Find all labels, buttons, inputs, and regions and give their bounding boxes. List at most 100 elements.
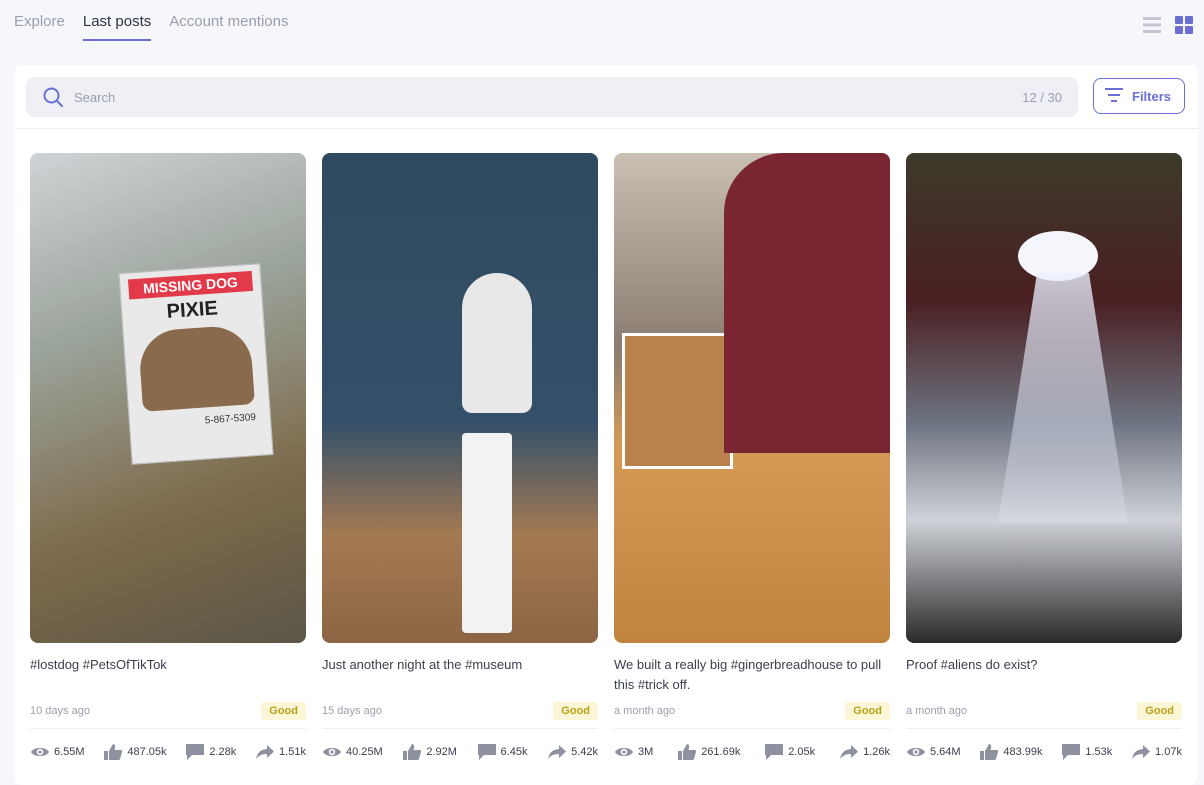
tab-bar: Explore Last posts Account mentions xyxy=(14,0,306,44)
views-value: 6.55M xyxy=(54,746,85,758)
shares-stat: 1.07k xyxy=(1131,744,1182,760)
likes-stat: 483.99k xyxy=(979,743,1043,761)
eye-icon xyxy=(322,745,342,759)
comment-icon xyxy=(477,743,497,761)
post-card[interactable]: MISSING DOG PIXIE 5-867-5309 #lostdog #P… xyxy=(30,153,306,761)
comments-stat: 2.05k xyxy=(764,743,815,761)
eye-icon xyxy=(30,745,50,759)
post-card[interactable]: Just another night at the #museum 15 day… xyxy=(322,153,598,761)
views-stat: 6.55M xyxy=(30,745,85,759)
thumbs-up-icon xyxy=(402,743,422,761)
shares-value: 1.07k xyxy=(1155,746,1182,758)
post-thumbnail[interactable] xyxy=(906,153,1182,643)
post-age: a month ago xyxy=(614,705,676,717)
shares-stat: 5.42k xyxy=(547,744,598,760)
tab-explore[interactable]: Explore xyxy=(14,0,65,41)
post-card[interactable]: We built a really big #gingerbreadhouse … xyxy=(614,153,890,761)
post-thumbnail[interactable]: MISSING DOG PIXIE 5-867-5309 xyxy=(30,153,306,643)
search-input[interactable] xyxy=(74,77,954,117)
shares-stat: 1.26k xyxy=(839,744,890,760)
views-value: 3M xyxy=(638,746,654,758)
eye-icon xyxy=(614,745,634,759)
list-view-icon[interactable] xyxy=(1142,15,1162,35)
post-card[interactable]: Proof #aliens do exist? a month ago Good… xyxy=(906,153,1182,761)
post-thumbnail[interactable] xyxy=(322,153,598,643)
card-divider xyxy=(30,728,306,729)
post-stats: 6.55M 487.05k 2.28k 1.51k xyxy=(30,743,306,761)
views-value: 40.25M xyxy=(346,746,383,758)
card-divider xyxy=(906,728,1182,729)
likes-stat: 261.69k xyxy=(677,743,740,761)
post-meta: 15 days ago Good xyxy=(322,699,598,723)
comments-stat: 6.45k xyxy=(477,743,528,761)
pedestal xyxy=(462,433,512,633)
bust-statue xyxy=(462,273,532,413)
likes-value: 2.92M xyxy=(426,746,457,758)
post-caption: Proof #aliens do exist? xyxy=(906,657,1038,672)
post-age: 15 days ago xyxy=(322,705,382,717)
comments-value: 2.05k xyxy=(788,746,816,758)
comment-icon xyxy=(764,743,784,761)
comments-stat: 2.28k xyxy=(185,743,236,761)
post-stats: 3M 261.69k 2.05k 1.26k xyxy=(614,743,890,761)
view-toggle xyxy=(1142,15,1194,35)
person-figure xyxy=(724,153,890,453)
post-age: 10 days ago xyxy=(30,705,90,717)
share-icon xyxy=(255,744,275,760)
post-stats: 40.25M 2.92M 6.45k 5.42k xyxy=(322,743,598,761)
search-bar: 12 / 30 xyxy=(26,77,1078,117)
eye-icon xyxy=(906,745,926,759)
comments-value: 6.45k xyxy=(500,746,528,758)
tab-account-mentions[interactable]: Account mentions xyxy=(169,0,288,41)
rating-badge: Good xyxy=(1137,702,1182,720)
post-meta: a month ago Good xyxy=(906,699,1182,723)
likes-value: 261.69k xyxy=(701,746,741,758)
missing-dog-sign: MISSING DOG PIXIE 5-867-5309 xyxy=(118,263,274,465)
comment-icon xyxy=(1061,743,1081,761)
thumbs-up-icon xyxy=(677,743,697,761)
shares-value: 5.42k xyxy=(571,746,598,758)
views-stat: 5.64M xyxy=(906,745,961,759)
light-beam xyxy=(998,273,1128,523)
share-icon xyxy=(1131,744,1151,760)
shares-stat: 1.51k xyxy=(255,744,306,760)
gingerbread-house xyxy=(622,333,733,469)
post-stats: 5.64M 483.99k 1.53k 1.07k xyxy=(906,743,1182,761)
likes-stat: 487.05k xyxy=(103,743,167,761)
thumbs-up-icon xyxy=(979,743,999,761)
dog-photo xyxy=(137,324,255,412)
post-meta: a month ago Good xyxy=(614,699,890,723)
likes-value: 487.05k xyxy=(127,746,167,758)
grid-view-icon[interactable] xyxy=(1174,15,1194,35)
tab-last-posts[interactable]: Last posts xyxy=(82,0,152,41)
views-value: 5.64M xyxy=(930,746,961,758)
comments-value: 1.53k xyxy=(1085,746,1113,758)
divider xyxy=(14,128,1198,129)
shares-value: 1.26k xyxy=(863,746,890,758)
result-count: 12 / 30 xyxy=(1022,90,1062,105)
sign-phone: 5-867-5309 xyxy=(204,411,257,427)
comments-value: 2.28k xyxy=(209,746,237,758)
thumbs-up-icon xyxy=(103,743,123,761)
share-icon xyxy=(839,744,859,760)
share-icon xyxy=(547,744,567,760)
comment-icon xyxy=(185,743,205,761)
post-caption: We built a really big #gingerbreadhouse … xyxy=(614,657,882,692)
rating-badge: Good xyxy=(845,702,890,720)
posts-panel: 12 / 30 Filters MISSING DOG PIXIE 5-867-… xyxy=(14,65,1198,785)
views-stat: 3M xyxy=(614,745,653,759)
comments-stat: 1.53k xyxy=(1061,743,1112,761)
rating-badge: Good xyxy=(261,702,306,720)
views-stat: 40.25M xyxy=(322,745,383,759)
post-thumbnail[interactable] xyxy=(614,153,890,643)
post-meta: 10 days ago Good xyxy=(30,699,306,723)
post-age: a month ago xyxy=(906,705,968,717)
card-divider xyxy=(322,728,598,729)
shares-value: 1.51k xyxy=(279,746,306,758)
rating-badge: Good xyxy=(553,702,598,720)
filter-icon xyxy=(1104,87,1124,106)
filters-button[interactable]: Filters xyxy=(1093,78,1185,114)
likes-stat: 2.92M xyxy=(402,743,457,761)
post-caption: #lostdog #PetsOfTikTok xyxy=(30,657,167,672)
sign-name: PIXIE xyxy=(165,297,219,323)
